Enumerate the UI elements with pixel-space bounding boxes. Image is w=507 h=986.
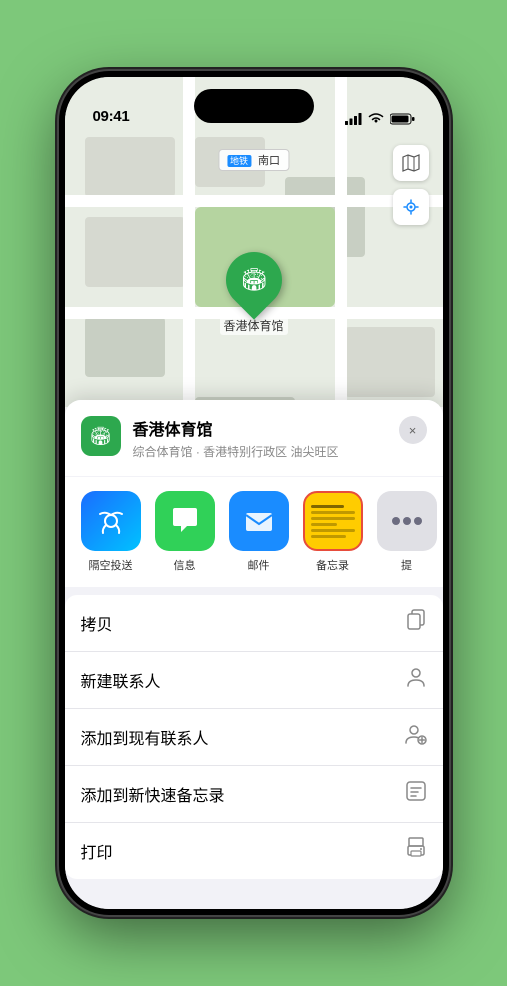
notes-icon <box>303 491 363 551</box>
venue-header: 🏟 香港体育馆 综合体育馆 · 香港特别行政区 油尖旺区 × <box>65 400 443 476</box>
note-symbol <box>405 780 427 802</box>
messages-label: 信息 <box>174 557 196 573</box>
action-list: 拷贝 新建联系人 <box>65 595 443 879</box>
airdrop-label: 隔空投送 <box>89 557 133 573</box>
action-item-new-contact[interactable]: 新建联系人 <box>65 652 443 709</box>
action-label-new-contact: 新建联系人 <box>81 668 161 692</box>
action-label-copy: 拷贝 <box>81 611 113 635</box>
road <box>65 195 443 207</box>
dynamic-island <box>194 89 314 123</box>
map-type-button[interactable] <box>393 145 429 181</box>
map-icon <box>401 153 421 173</box>
share-item-more[interactable]: 提 <box>377 491 437 573</box>
status-icons <box>345 113 415 125</box>
share-item-airdrop[interactable]: 隔空投送 <box>81 491 141 573</box>
more-label: 提 <box>401 557 412 573</box>
venue-subtitle: 综合体育馆 · 香港特别行政区 油尖旺区 <box>133 443 387 460</box>
action-label-print: 打印 <box>81 839 113 863</box>
action-item-copy[interactable]: 拷贝 <box>65 595 443 652</box>
map-block <box>85 137 175 197</box>
share-item-notes[interactable]: 备忘录 <box>303 491 363 573</box>
battery-icon <box>390 113 415 125</box>
mail-icon <box>229 491 289 551</box>
venue-icon: 🏟 <box>81 416 121 456</box>
map-controls <box>393 145 429 233</box>
copy-symbol <box>405 609 427 631</box>
airdrop-symbol <box>95 505 127 537</box>
venue-name: 香港体育馆 <box>133 416 387 440</box>
more-icon <box>377 491 437 551</box>
dot <box>392 517 400 525</box>
close-button[interactable]: × <box>399 416 427 444</box>
print-symbol <box>405 837 427 859</box>
notes-line <box>311 535 346 538</box>
marker-pin: 🏟 <box>214 240 293 319</box>
mail-symbol <box>242 504 276 538</box>
person-add-icon <box>405 723 427 751</box>
action-item-print[interactable]: 打印 <box>65 823 443 879</box>
phone-frame: 09:41 <box>59 71 449 915</box>
notes-line <box>311 529 355 532</box>
location-icon <box>402 198 420 216</box>
map-block <box>345 327 435 397</box>
dot <box>414 517 422 525</box>
messages-icon <box>155 491 215 551</box>
venue-info: 香港体育馆 综合体育馆 · 香港特别行政区 油尖旺区 <box>133 416 387 460</box>
signal-icon <box>345 113 362 125</box>
metro-badge: 地铁 <box>227 155 251 167</box>
messages-symbol <box>168 504 202 538</box>
notes-label: 备忘录 <box>316 557 349 573</box>
stadium-marker: 🏟 香港体育馆 <box>219 252 287 335</box>
note-icon <box>405 780 427 808</box>
print-icon <box>405 837 427 865</box>
map-block <box>85 317 165 377</box>
notes-line <box>311 505 344 508</box>
person-symbol <box>405 666 427 688</box>
phone-screen: 09:41 <box>65 77 443 909</box>
action-item-add-existing[interactable]: 添加到现有联系人 <box>65 709 443 766</box>
map-label: 地铁 南口 <box>218 149 289 171</box>
notes-line <box>311 517 355 520</box>
notes-line <box>311 523 337 526</box>
share-item-messages[interactable]: 信息 <box>155 491 215 573</box>
map-block <box>85 217 185 287</box>
stadium-icon: 🏟 <box>240 267 268 293</box>
share-item-mail[interactable]: 邮件 <box>229 491 289 573</box>
action-label-add-notes: 添加到新快速备忘录 <box>81 782 225 806</box>
wifi-icon <box>368 113 384 125</box>
status-time: 09:41 <box>93 108 130 125</box>
person-icon <box>405 666 427 694</box>
copy-icon <box>405 609 427 637</box>
notes-line <box>311 511 355 514</box>
action-item-add-notes[interactable]: 添加到新快速备忘录 <box>65 766 443 823</box>
mail-label: 邮件 <box>248 557 270 573</box>
bottom-sheet: 🏟 香港体育馆 综合体育馆 · 香港特别行政区 油尖旺区 × <box>65 400 443 909</box>
person-add-symbol <box>405 723 427 745</box>
action-label-add-existing: 添加到现有联系人 <box>81 725 209 749</box>
dot <box>403 517 411 525</box>
location-button[interactable] <box>393 189 429 225</box>
airdrop-icon <box>81 491 141 551</box>
share-row: 隔空投送 信息 <box>65 477 443 587</box>
